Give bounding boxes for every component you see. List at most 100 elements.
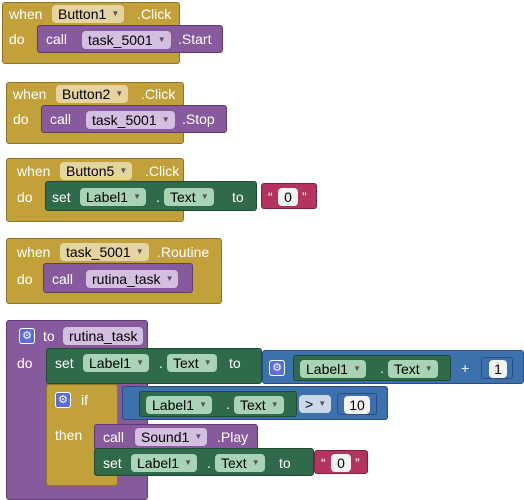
addition-block[interactable]: ⚙ Label1 ▼ . Text ▼ + 1	[262, 350, 524, 384]
do-label: do	[17, 189, 33, 205]
property-dropdown[interactable]: Text ▼	[215, 454, 265, 472]
call-block[interactable]: call Sound1 ▼ .Play	[94, 424, 258, 450]
when-label: when	[13, 86, 47, 102]
do-label: do	[17, 355, 33, 371]
to-label: to	[279, 455, 291, 471]
gear-icon[interactable]: ⚙	[19, 328, 35, 344]
then-label: then	[55, 427, 83, 443]
dot-label: .	[226, 396, 230, 412]
comparison-block[interactable]: Label1 ▼ . Text ▼ > ▼ 10	[122, 386, 388, 420]
getter-block[interactable]: Label1 ▼ . Text ▼	[293, 355, 451, 381]
component-name: Button5	[66, 163, 115, 179]
event-block-button2-click[interactable]: when Button2 ▼ .Click do call task_5001 ▼ …	[6, 82, 227, 144]
set-block[interactable]: set Label1 ▼ . Text ▼ to	[45, 181, 257, 211]
event-block-button5-click[interactable]: when Button5 ▼ .Click do set Label1 ▼ . Te…	[6, 158, 317, 222]
text-string-block[interactable]: “ 0 ”	[314, 450, 368, 474]
plus-operator: +	[461, 360, 470, 376]
chevron-down-icon: ▼	[136, 358, 145, 367]
dot-label: .	[380, 360, 384, 376]
string-field[interactable]: 0	[278, 188, 298, 206]
gear-icon[interactable]: ⚙	[269, 360, 285, 376]
when-label: when	[17, 163, 51, 179]
call-label: call	[52, 271, 74, 287]
component-name: Label1	[89, 355, 132, 371]
chevron-down-icon: ▼	[200, 192, 209, 201]
component-name: Sound1	[141, 429, 190, 445]
chevron-down-icon: ▼	[115, 89, 124, 98]
string-field[interactable]: 0	[331, 454, 351, 472]
property-name: Text	[240, 397, 266, 413]
number-block[interactable]: 1	[481, 357, 513, 379]
component-dropdown[interactable]: Sound1 ▼	[135, 428, 208, 446]
chevron-down-icon: ▼	[199, 400, 208, 409]
component-name: Label1	[306, 361, 349, 377]
chevron-down-icon: ▼	[161, 115, 170, 124]
chevron-down-icon: ▼	[424, 364, 433, 373]
call-block[interactable]: call task_5001 ▼ .Start	[37, 25, 223, 53]
chevron-down-icon: ▼	[111, 9, 120, 18]
text-string-block[interactable]: “ 0 ”	[261, 183, 317, 209]
open-quote: “	[321, 455, 326, 471]
component-name: Label1	[137, 455, 180, 471]
chevron-down-icon: ▼	[318, 399, 327, 408]
number-field[interactable]: 10	[344, 396, 370, 414]
chevron-down-icon: ▼	[194, 432, 203, 441]
procedure-dropdown[interactable]: task_5001 ▼	[82, 31, 171, 49]
procedure-dropdown[interactable]: task_5001 ▼	[86, 111, 175, 129]
event-name: .Click	[137, 6, 172, 22]
method-name: .Stop	[182, 111, 215, 127]
set-block[interactable]: set Label1 ▼ . Text ▼ to	[46, 348, 262, 384]
operator-dropdown[interactable]: > ▼	[299, 395, 332, 413]
dot-label: .	[159, 355, 163, 371]
component-dropdown[interactable]: Button5 ▼	[60, 162, 133, 180]
getter-block[interactable]: Label1 ▼ . Text ▼	[139, 391, 297, 417]
when-label: when	[9, 6, 43, 22]
event-block-button1-click[interactable]: when Button1 ▼ .Click do call task_5001 ▼ …	[2, 2, 223, 64]
component-dropdown[interactable]: Button2 ▼	[56, 85, 129, 103]
gear-icon[interactable]: ⚙	[55, 392, 71, 408]
procedure-dropdown[interactable]: rutina_task ▼	[86, 270, 179, 288]
chevron-down-icon: ▼	[165, 274, 174, 283]
component-name: Button2	[62, 86, 111, 102]
to-label: to	[232, 189, 244, 205]
property-dropdown[interactable]: Text ▼	[388, 360, 438, 378]
procedure-name: rutina_task	[69, 328, 138, 344]
property-dropdown[interactable]: Text ▼	[234, 396, 284, 414]
component-dropdown[interactable]: Label1 ▼	[83, 354, 150, 372]
property-name: Text	[221, 455, 247, 471]
property-dropdown[interactable]: Text ▼	[167, 354, 217, 372]
component-dropdown[interactable]: Label1 ▼	[300, 360, 367, 378]
to-label: to	[43, 328, 55, 344]
call-block[interactable]: call task_5001 ▼ .Stop	[41, 105, 227, 133]
property-dropdown[interactable]: Text ▼	[164, 188, 214, 206]
set-label: set	[103, 455, 122, 471]
property-name: Text	[394, 361, 420, 377]
number-block[interactable]: 10	[337, 393, 377, 415]
open-quote: “	[268, 189, 273, 205]
method-name: .Play	[217, 429, 249, 445]
component-name: Button1	[58, 6, 107, 22]
procedure-name-field[interactable]: rutina_task	[63, 327, 144, 345]
component-dropdown[interactable]: Label1 ▼	[131, 454, 198, 472]
component-dropdown[interactable]: Button1 ▼	[52, 5, 125, 23]
component-dropdown[interactable]: Label1 ▼	[80, 188, 147, 206]
to-label: to	[229, 355, 241, 371]
chevron-down-icon: ▼	[270, 400, 279, 409]
call-label: call	[50, 111, 72, 127]
close-quote: ”	[355, 455, 360, 471]
number-field[interactable]: 1	[489, 360, 507, 378]
set-label: set	[55, 355, 74, 371]
call-block[interactable]: call rutina_task ▼	[43, 263, 193, 293]
event-block-task-routine[interactable]: when task_5001 ▼ .Routine do call rutina_…	[6, 238, 222, 304]
component-dropdown[interactable]: Label1 ▼	[146, 396, 213, 414]
method-name: .Start	[178, 31, 212, 47]
component-name: Label1	[152, 397, 195, 413]
procedure-name: task_5001	[92, 112, 157, 128]
component-name: task_5001	[66, 244, 131, 260]
set-block[interactable]: set Label1 ▼ . Text ▼ to	[94, 448, 314, 476]
set-label: set	[52, 189, 71, 205]
do-label: do	[9, 31, 25, 47]
component-dropdown[interactable]: task_5001 ▼	[60, 243, 149, 261]
chevron-down-icon: ▼	[119, 166, 128, 175]
procedure-name: task_5001	[88, 32, 153, 48]
